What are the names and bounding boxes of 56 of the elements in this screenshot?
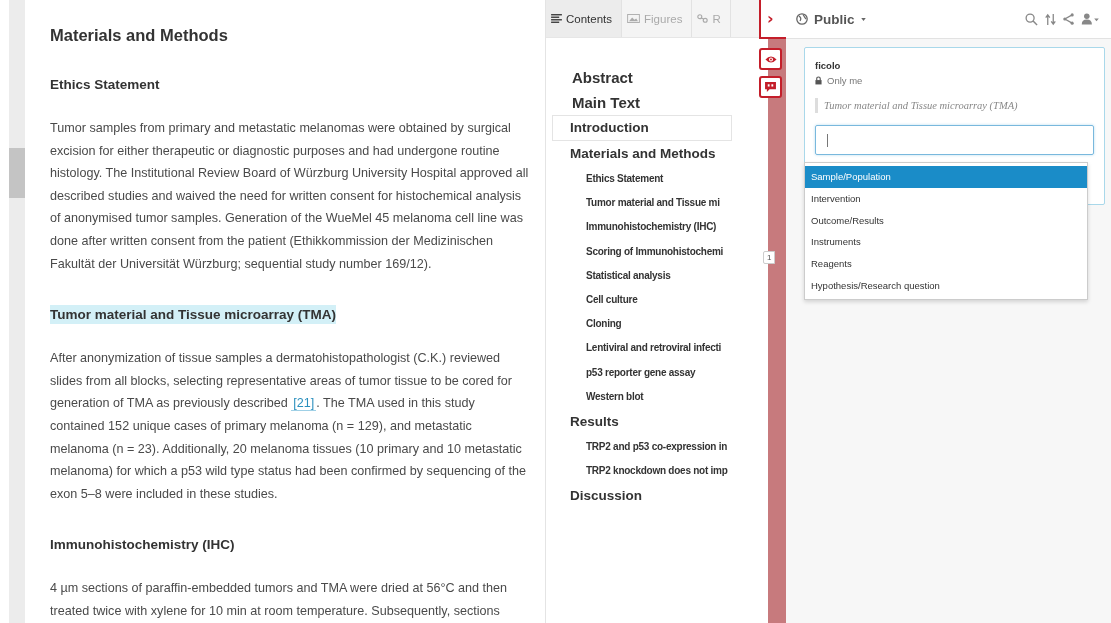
suggestion-option[interactable]: Sample/Population — [805, 166, 1087, 188]
suggestion-option[interactable]: Reagents — [805, 253, 1087, 275]
link-icon — [697, 14, 709, 23]
eye-button[interactable] — [759, 48, 782, 70]
scrollbar-thumb[interactable] — [9, 148, 25, 198]
contents-item[interactable]: Immunohistochemistry (IHC) — [586, 215, 717, 240]
contents-item[interactable]: Tumor material and Tissue mi — [586, 191, 720, 216]
annotation-author: ficolo — [815, 60, 842, 71]
contents-item[interactable]: Scoring of Immunohistochemi — [586, 239, 724, 264]
contents-item[interactable]: Lentiviral and retroviral infecti — [586, 336, 722, 361]
quote-button[interactable] — [759, 76, 782, 98]
search-icon[interactable] — [1025, 12, 1038, 26]
caret-icon — [860, 17, 866, 21]
suggestion-option[interactable]: Outcome/Results — [805, 209, 1087, 232]
contents-item[interactable]: TRP2 and p53 co-expression in — [586, 435, 728, 460]
subsection-heading: Tumor material and Tissue microarray (TMA) — [50, 305, 337, 325]
contents-item[interactable]: Main Text — [562, 90, 651, 115]
visibility-dropdown[interactable]: Public — [796, 11, 866, 27]
contents-item[interactable]: Abstract — [562, 65, 643, 90]
contents-item[interactable]: Introduction — [552, 115, 732, 141]
lock-icon — [815, 76, 822, 85]
contents-item[interactable]: Cloning — [586, 312, 622, 337]
paragraph: Tumor samples from primary and metastatic melanomas were obtained by surgical excision for either therapeutic or diagnostic purposes and had undergone routine histology. The Institutional Review Board of Würzburg University Hospital approved all described studies and waived the need for written consent for histochemical analysis of anonymised tumor samples. Generation of the WueMel 45 melanoma cell line was done after written consent from the patient (Ethikkommission der Medizinischen Fakultät der Universität Würzburg; sequential study number 169/12). — [50, 120, 530, 273]
tag-input-field[interactable] — [815, 125, 1094, 155]
privacy-label: Only me — [827, 75, 863, 86]
suggestion-option[interactable]: Instruments — [805, 231, 1087, 254]
section-heading: Materials and Methods — [50, 26, 229, 45]
contents-item[interactable]: Results — [552, 409, 628, 436]
contents-item[interactable]: p53 reporter gene assay — [586, 360, 696, 385]
suggestion-option[interactable]: Intervention — [805, 187, 1087, 210]
contents-item[interactable]: TRP2 knockdown does not imp — [586, 459, 728, 484]
contents-item[interactable]: Western blot — [586, 384, 644, 410]
sort-arrows-icon[interactable] — [1045, 12, 1056, 26]
subsection-heading: Immunohistochemistry (IHC) — [50, 536, 235, 555]
contents-item[interactable]: Materials and Methods — [552, 141, 725, 167]
paragraph: 4 µm sections of paraffin-embedded tumors and TMA were dried at 56°C and then treated twice with xylene for 10 min at room temperature. Subsequently, sections — [50, 580, 509, 620]
contents-item[interactable]: Cell culture — [586, 288, 638, 313]
quote-icon — [765, 82, 776, 92]
user-menu-icon[interactable] — [1081, 13, 1100, 25]
paragraph: After anonymization of tissue samples a dermatohistopathologist (C.K.) reviewed slides from all blocks, selecting representative areas of tumor tissue to be cored for generation of TMA as previously described [21]. The TMA used in this study contained 152 unique cases of primary melanoma (n = 129), and metastatic melanoma (n = 23). Additionally, 20 melanoma tissues (10 primary and 10 metastatic melanoma) for which a p53 wild type status had been confirmed by sequencing of the exon 5–8 were included in these studies. — [50, 350, 528, 503]
contents-item[interactable]: Discussion — [552, 483, 652, 510]
contents-item[interactable]: Ethics Statement — [586, 167, 664, 192]
scrollbar-track[interactable] — [9, 0, 25, 623]
share-icon[interactable] — [1063, 13, 1074, 25]
eye-icon — [764, 54, 777, 64]
annotation-count-badge[interactable]: 1 — [763, 251, 776, 264]
sidebar-toggle[interactable]: › — [759, 0, 786, 39]
image-icon — [627, 14, 641, 23]
subsection-heading: Ethics Statement — [50, 76, 160, 94]
citation-link[interactable]: [21] — [291, 396, 317, 412]
list-icon — [551, 14, 562, 23]
contents-item[interactable]: Statistical analysis — [586, 263, 671, 288]
annotation-quote: Tumor material and Tissue microarray (TMA) — [815, 98, 1094, 113]
globe-icon — [796, 13, 808, 25]
contents-tab[interactable]: Contents — [546, 0, 623, 37]
suggestion-option[interactable]: Hypothesis/Research question — [805, 275, 1087, 297]
